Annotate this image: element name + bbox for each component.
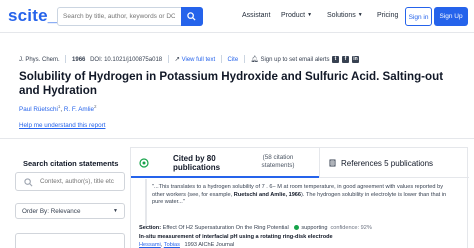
order-by-select[interactable]: Order By: Relevance ▼ [15,203,125,219]
citation-snippet: "...This translates to a hydrogen solubi… [145,179,455,227]
citing-article-title[interactable]: In-situ measurement of interfacial pH us… [139,234,459,240]
author-list: Paul Rüetschi1, R. F. Amlie2 [19,104,97,114]
publication-year: 1966 [72,57,86,63]
references-count: References 5 publications [341,159,434,168]
search-button[interactable] [181,7,203,26]
section-divider [0,138,474,139]
author-link[interactable]: R. F. Amlie [64,106,94,113]
twitter-icon[interactable]: t [332,56,339,63]
sign-in-button[interactable]: Sign in [405,7,432,26]
divider [65,55,67,64]
chevron-down-icon: ▼ [307,12,313,18]
search-icon [187,12,196,21]
citation-search-title: Search citation statements [23,159,119,168]
divider [243,55,245,64]
citations-panel: Cited by 80 publications (58 citation st… [130,147,469,248]
author-link[interactable]: Hessami [139,242,161,248]
nav-assistant[interactable]: Assistant [242,12,270,19]
section-label: Section: [139,225,162,231]
cited-by-icon [139,158,149,168]
scite-logo[interactable]: scite_ [8,6,57,26]
external-link-icon: ↗ [174,56,180,63]
journal-name: J. Phys. Chem. [19,57,60,63]
section-value: Effect Of H2 Supersaturation On the Ring… [162,225,289,231]
nav-solutions-label: Solutions [327,12,356,19]
sign-up-button[interactable]: Sign Up [434,7,468,26]
bell-icon: 🔔︎ [250,56,259,63]
supporting-label: supporting [301,225,328,231]
facebook-icon[interactable]: f [342,56,349,63]
citation-search-box [15,172,125,191]
cited-by-count: Cited by 80 publications [173,154,221,172]
citing-article-source: 1993 AIChE Journal [184,242,235,248]
nav-product-label: Product [281,12,306,19]
citation-section: Section: Effect Of H2 Supersaturation On… [139,225,459,231]
author-affiliation-number: 2 [93,104,97,109]
author-link[interactable]: Tobias [164,242,180,248]
article-meta: J. Phys. Chem. 1966 DOI: 10.1021/j100875… [19,55,330,66]
nav-product[interactable]: Product ▼ [281,12,312,19]
citing-article-authors: Hessami, Tobias 1993 AIChE Journal [139,242,235,248]
tab-cited-by[interactable]: Cited by 80 publications (58 citation st… [131,148,319,178]
search-box [57,7,203,26]
confidence-value: confidence: 92% [330,225,372,231]
article-title: Solubility of Hydrogen in Potassium Hydr… [19,70,444,97]
filter-panel [15,233,125,248]
view-full-text-link[interactable]: View full text [182,57,216,63]
linkedin-icon[interactable]: in [352,56,359,63]
help-understand-link[interactable]: Help me understand this report [19,122,105,129]
nav-pricing[interactable]: Pricing [377,12,398,19]
divider [220,55,222,64]
references-icon [329,159,336,167]
search-icon [24,178,33,187]
top-navigation-bar: scite_ Assistant Product▼ Solutions▼ Pri… [0,0,474,33]
snippet-highlight: Ruetschi and Amlie, 1966 [233,191,302,198]
tab-references[interactable]: References 5 publications [319,148,469,178]
chevron-down-icon: ▼ [357,12,363,18]
order-by-value: Order By: Relevance [22,208,81,215]
citation-statements-count: (58 citation statements) [261,154,295,169]
cite-link[interactable]: Cite [228,57,239,63]
author-link[interactable]: Paul Rüetschi [19,106,58,113]
email-alerts-link[interactable]: Sign up to set email alerts [260,57,329,63]
search-input[interactable] [63,10,175,23]
supporting-badge: supporting confidence: 92% [294,225,372,231]
chevron-down-icon: ▼ [113,208,118,214]
nav-solutions[interactable]: Solutions ▼ [327,12,363,19]
citation-search-input[interactable] [40,176,120,187]
divider [167,55,169,64]
doi: DOI: 10.1021/j100875a018 [90,57,163,63]
supporting-icon [294,225,300,230]
